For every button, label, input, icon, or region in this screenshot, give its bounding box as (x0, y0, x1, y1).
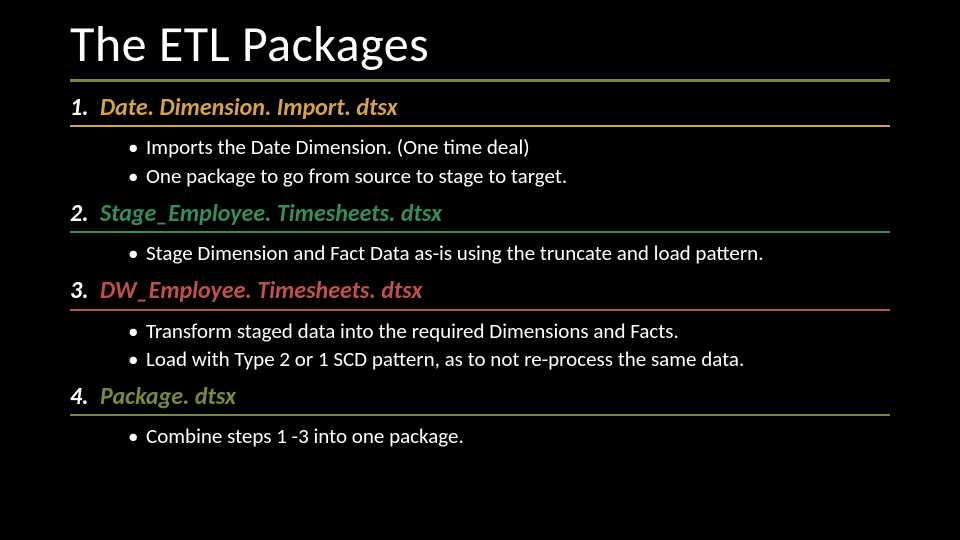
bullet-list: Imports the Date Dimension. (One time de… (70, 133, 890, 190)
package-item: 4. Package. dtsx Combine steps 1 -3 into… (70, 381, 890, 451)
package-name: Date. Dimension. Import. dtsx (100, 92, 890, 123)
bullet-list: Stage Dimension and Fact Data as-is usin… (70, 239, 890, 267)
bullet-item: Imports the Date Dimension. (One time de… (128, 133, 890, 161)
package-heading: 1. Date. Dimension. Import. dtsx (70, 92, 890, 123)
package-heading: 4. Package. dtsx (70, 381, 890, 412)
package-number: 4. (70, 381, 100, 412)
package-name: Stage_Employee. Timesheets. dtsx (100, 198, 890, 229)
package-number: 2. (70, 198, 100, 229)
package-number: 3. (70, 275, 100, 306)
package-divider (70, 309, 890, 311)
slide: The ETL Packages 1. Date. Dimension. Imp… (0, 0, 960, 540)
bullet-item: Transform staged data into the required … (128, 317, 890, 345)
package-divider (70, 414, 890, 416)
slide-title: The ETL Packages (70, 14, 890, 75)
package-item: 3. DW_Employee. Timesheets. dtsx Transfo… (70, 275, 890, 373)
package-number: 1. (70, 92, 100, 123)
package-heading: 3. DW_Employee. Timesheets. dtsx (70, 275, 890, 306)
bullet-item: Load with Type 2 or 1 SCD pattern, as to… (128, 345, 890, 373)
bullet-item: One package to go from source to stage t… (128, 162, 890, 190)
title-divider (70, 79, 890, 82)
package-divider (70, 125, 890, 127)
package-name: DW_Employee. Timesheets. dtsx (100, 275, 890, 306)
package-item: 1. Date. Dimension. Import. dtsx Imports… (70, 92, 890, 190)
package-heading: 2. Stage_Employee. Timesheets. dtsx (70, 198, 890, 229)
bullet-list: Combine steps 1 -3 into one package. (70, 422, 890, 450)
package-item: 2. Stage_Employee. Timesheets. dtsx Stag… (70, 198, 890, 268)
bullet-list: Transform staged data into the required … (70, 317, 890, 374)
content-area: 1. Date. Dimension. Import. dtsx Imports… (70, 92, 890, 451)
package-name: Package. dtsx (100, 381, 890, 412)
bullet-item: Combine steps 1 -3 into one package. (128, 422, 890, 450)
bullet-item: Stage Dimension and Fact Data as-is usin… (128, 239, 890, 267)
package-divider (70, 231, 890, 233)
